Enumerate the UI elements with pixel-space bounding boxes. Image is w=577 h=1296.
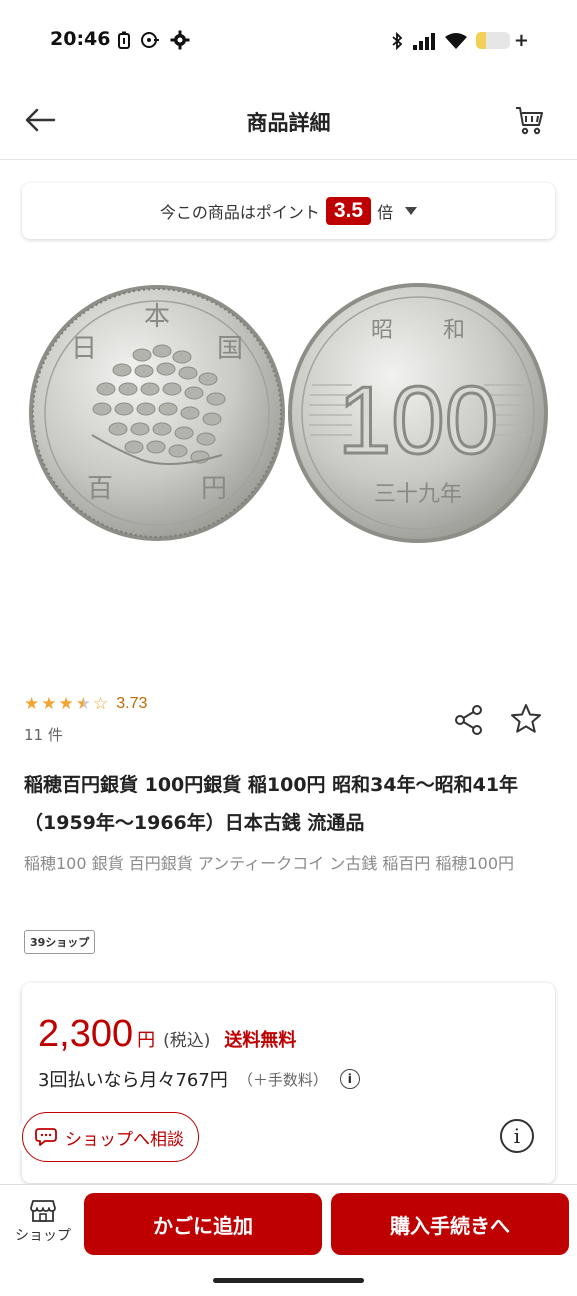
points-prefix: 今この商品はポイント	[159, 203, 320, 222]
star-outline-icon	[511, 704, 541, 733]
status-bar: 20:46 +	[0, 0, 577, 80]
consult-shop-label: ショップへ相談	[65, 1129, 184, 1150]
installment-fee: （＋手数料）	[237, 1070, 328, 1089]
bottom-action-bar: ショップ かごに追加 購入手続きへ	[0, 1184, 577, 1296]
chat-bubble-icon	[35, 1128, 57, 1146]
signal-icon	[412, 32, 435, 50]
coin-reverse: 昭 和 100 三十九年	[288, 283, 548, 543]
product-tags: 稲穂100 銀貨 百円銀貨 アンティークコイ ン古銭 稲百円 稲穂100円	[24, 854, 514, 873]
caret-down-icon	[405, 207, 418, 215]
coin-text-hyaku: 百	[87, 474, 113, 504]
share-icon	[455, 705, 482, 735]
consult-shop-button[interactable]: ショップへ相談	[22, 1112, 199, 1162]
product-image[interactable]: 本 日 国 百 円 昭 和 100 三十九年	[22, 275, 555, 555]
favorite-button[interactable]	[509, 702, 543, 736]
points-suffix: 倍	[377, 203, 394, 222]
price-yen: 円	[137, 1030, 156, 1051]
coin-text-en: 円	[201, 474, 227, 504]
bluetooth-icon	[392, 31, 403, 50]
points-multiplier-badge: 3.5	[325, 197, 372, 225]
charging-plus-icon: +	[513, 30, 529, 51]
wifi-icon	[444, 32, 467, 49]
coin-text-koku: 国	[217, 334, 243, 364]
buy-now-button[interactable]: 購入手続きへ	[331, 1193, 569, 1255]
status-icons-left	[118, 30, 190, 50]
battery-saver-icon	[118, 31, 130, 49]
settings-gear-icon	[170, 30, 190, 50]
coin-text-hon: 本	[144, 302, 170, 332]
star-full-icon: ★	[41, 694, 57, 714]
info-icon[interactable]: i	[500, 1119, 534, 1153]
star-full-icon: ★	[58, 694, 74, 714]
shop-badge: 39ショップ	[24, 930, 96, 954]
status-time: 20:46	[50, 28, 111, 50]
shop-icon	[30, 1200, 56, 1222]
coin-text-year: 三十九年	[374, 482, 462, 507]
rating[interactable]: ★ ★ ★ ★ ☆ 3.73	[24, 694, 147, 714]
app-header: 商品詳細	[0, 80, 577, 160]
battery-icon	[475, 32, 510, 49]
cart-icon	[516, 107, 543, 135]
add-to-cart-button[interactable]: かごに追加	[84, 1193, 322, 1255]
installment-row: 3回払いなら月々767円 （＋手数料） i	[38, 1066, 360, 1092]
installment-text: 3回払いなら月々767円	[38, 1070, 228, 1091]
points-banner[interactable]: 今この商品はポイント 3.5 倍	[22, 183, 555, 239]
shop-tab-label: ショップ	[15, 1228, 71, 1244]
coin-text-wa: 和	[443, 318, 465, 343]
coin-text-nichi: 日	[71, 334, 97, 364]
coin-obverse: 本 日 国 百 円	[29, 285, 285, 541]
data-saver-icon	[141, 32, 159, 48]
shop-tab[interactable]: ショップ	[8, 1199, 78, 1245]
rating-value: 3.73	[116, 695, 148, 712]
price-row: 2,300 円 (税込) 送料無料	[38, 1013, 296, 1056]
installment-info-icon[interactable]: i	[339, 1069, 360, 1089]
star-half-icon: ★	[75, 694, 91, 714]
page-title: 商品詳細	[246, 111, 331, 135]
star-empty-icon: ☆	[93, 694, 109, 714]
status-icons-right: +	[390, 30, 529, 51]
coin-text-sho: 昭	[371, 318, 393, 343]
coin-text-value: 100	[338, 367, 498, 474]
free-shipping-label: 送料無料	[224, 1030, 297, 1051]
home-indicator[interactable]	[213, 1278, 364, 1283]
cart-button[interactable]	[511, 102, 547, 138]
product-title: 稲穂百円銀貨 100円銀貨 稲100円 昭和34年〜昭和41年（1959年〜19…	[24, 774, 519, 834]
review-count[interactable]: 11 件	[24, 724, 63, 745]
share-button[interactable]	[452, 703, 486, 737]
price-amount: 2,300	[38, 1013, 134, 1055]
price-tax: (税込)	[163, 1031, 211, 1051]
star-full-icon: ★	[24, 694, 40, 714]
